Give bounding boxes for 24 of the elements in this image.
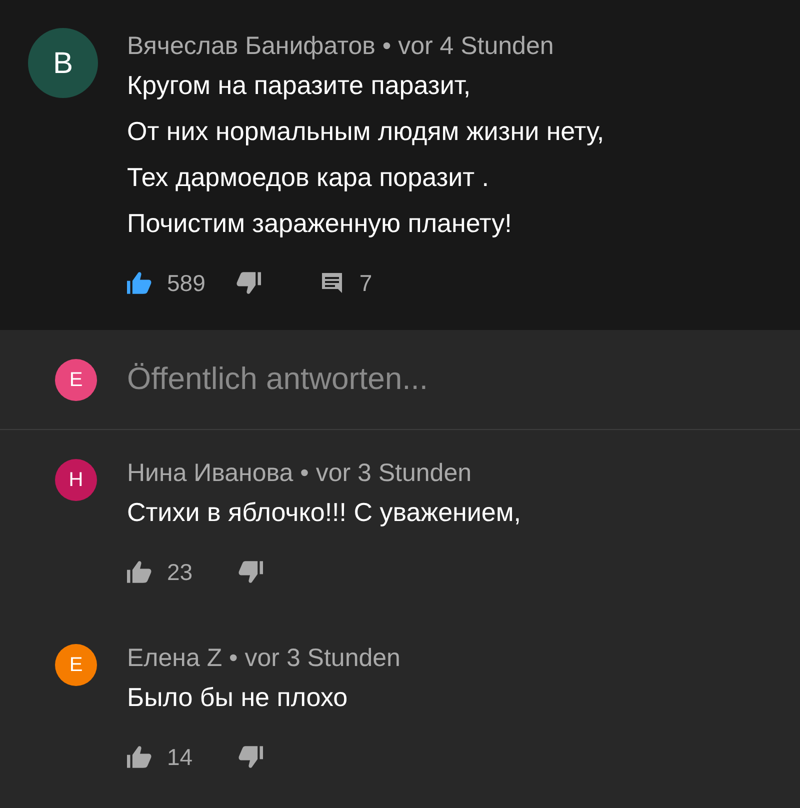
reply-field[interactable]: Öffentlich antworten... [127,356,727,403]
thumbs-up-icon[interactable] [127,745,153,770]
comment-line: Тех дармоедов кара поразит . [127,161,490,194]
avatar[interactable]: H [55,459,97,501]
comment-text: Стихи в яблочко!!! С уважением, [127,496,521,529]
comment-header: Вячеслав Банифатов • vor 4 Stunden [127,31,555,62]
comment-header: Нина Иванова • vor 3 Stunden [127,458,473,489]
thumbs-up-icon[interactable] [127,271,153,296]
reply-count: 7 [359,269,372,298]
comment-line: Почистим зараженную планету! [127,207,513,240]
like-count: 589 [167,269,206,298]
comment-icon[interactable] [321,272,344,294]
avatar[interactable]: E [55,358,97,400]
thumbs-down-icon[interactable] [237,745,263,770]
like-count: 23 [167,558,194,587]
comment-text: Было бы не плохо [127,681,349,714]
thumbs-down-icon[interactable] [237,560,263,584]
thumbs-up-icon[interactable] [127,560,153,584]
comment-header: Елена Z • vor 3 Stunden [127,643,400,674]
thumbs-down-icon[interactable] [235,271,262,296]
avatar[interactable]: В [28,28,98,98]
comment-line: Кругом на паразите паразит, [127,69,472,102]
comment-line: От них нормальным людям жизни нету, [127,115,604,148]
like-count: 14 [167,743,194,772]
